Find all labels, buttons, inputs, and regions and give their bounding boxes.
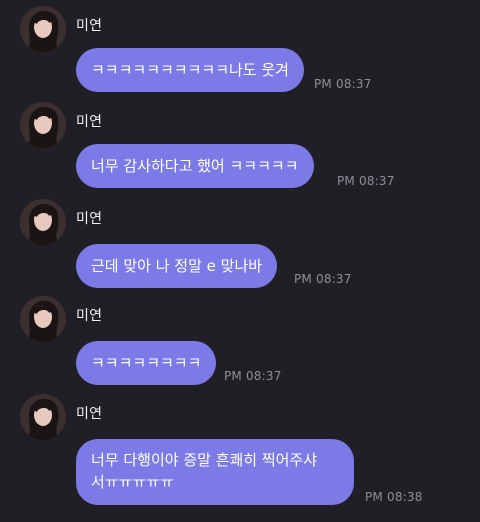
avatar[interactable] bbox=[20, 6, 66, 52]
sender-name: 미연 bbox=[76, 211, 103, 227]
sender-name: 미연 bbox=[76, 308, 103, 324]
message-bubble[interactable]: 너무 감사하다고 했어 ㅋㅋㅋㅋㅋ bbox=[76, 144, 314, 188]
sender-name: 미연 bbox=[76, 18, 103, 34]
timestamp: PM 08:37 bbox=[294, 272, 352, 286]
sender-name: 미연 bbox=[76, 114, 103, 130]
avatar[interactable] bbox=[20, 296, 66, 342]
avatar[interactable] bbox=[20, 199, 66, 245]
timestamp: PM 08:37 bbox=[224, 369, 282, 383]
avatar[interactable] bbox=[20, 394, 66, 440]
message-bubble[interactable]: 근데 맞아 나 정말 e 맞나바 bbox=[76, 244, 278, 288]
timestamp: PM 08:37 bbox=[314, 77, 372, 91]
message-bubble[interactable]: ㅋㅋㅋㅋㅋㅋㅋㅋ bbox=[76, 341, 217, 385]
message-bubble[interactable]: ㅋㅋㅋㅋㅋㅋㅋㅋㅋㅋ나도 웃겨 bbox=[76, 48, 304, 92]
timestamp: PM 08:37 bbox=[337, 174, 395, 188]
message-bubble[interactable]: 너무 다행이야 증말 흔쾌히 찍어주샤 서ㅠㅠㅠㅠㅠ bbox=[76, 439, 354, 505]
timestamp: PM 08:38 bbox=[365, 490, 423, 504]
avatar[interactable] bbox=[20, 102, 66, 148]
sender-name: 미연 bbox=[76, 406, 103, 422]
